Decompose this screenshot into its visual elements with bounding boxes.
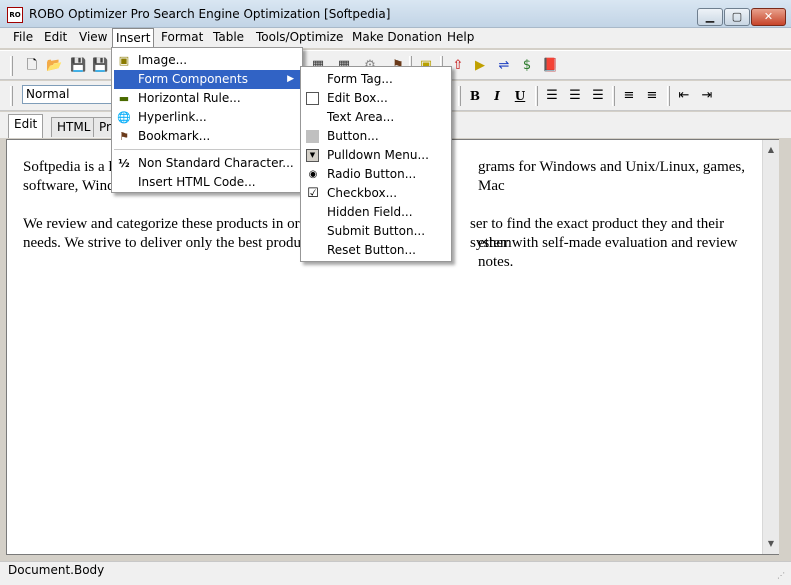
- resize-grip-icon[interactable]: ⋰: [777, 571, 789, 583]
- toolbar-separator: [667, 86, 670, 106]
- editor-text: needs. We strive to deliver only the bes…: [23, 235, 302, 251]
- menu-item-image[interactable]: ▣ Image...: [114, 51, 300, 70]
- close-button[interactable]: ✕: [751, 8, 786, 26]
- submenu-arrow-icon: ▶: [287, 74, 294, 84]
- dollar-icon[interactable]: $: [519, 58, 535, 74]
- toolbar-grip[interactable]: [10, 86, 13, 106]
- menu-item-insert-html-code[interactable]: Insert HTML Code...: [114, 173, 300, 192]
- edit-box-icon: [306, 92, 319, 105]
- toolbar-separator: [535, 86, 538, 106]
- scroll-down-icon[interactable]: ▼: [763, 536, 779, 552]
- window-title: ROBO Optimizer Pro Search Engine Optimiz…: [29, 7, 391, 21]
- menu-item-form-components[interactable]: Form Components ▶: [114, 70, 300, 89]
- maximize-button[interactable]: ▢: [724, 8, 750, 26]
- underline-button[interactable]: U: [511, 87, 529, 105]
- indent-icon[interactable]: ⇥: [699, 88, 715, 104]
- editor-text: We review and categorize these products …: [23, 216, 300, 232]
- menu-make-donation[interactable]: Make Donation: [352, 28, 442, 48]
- minimize-button[interactable]: ▁: [697, 8, 723, 26]
- menu-item-non-standard-character[interactable]: ½ Non Standard Character...: [114, 154, 300, 173]
- outdent-icon[interactable]: ⇤: [676, 88, 692, 104]
- editor-text: software, Wind: [23, 178, 115, 194]
- menu-item-horizontal-rule[interactable]: ▬ Horizontal Rule...: [114, 89, 300, 108]
- menu-item-hidden-field[interactable]: Hidden Field...: [303, 203, 449, 222]
- bullet-list-icon[interactable]: ≡: [644, 88, 660, 104]
- scroll-up-icon[interactable]: ▲: [763, 142, 779, 158]
- align-center-icon[interactable]: ☰: [567, 88, 583, 104]
- image-icon: ▣: [118, 54, 130, 67]
- menu-item-edit-box[interactable]: Edit Box...: [303, 89, 449, 108]
- new-document-icon[interactable]: 🗋: [24, 58, 40, 74]
- tab-html[interactable]: HTML: [51, 117, 97, 137]
- align-right-icon[interactable]: ☰: [590, 88, 606, 104]
- bookmark-flag-icon: ⚑: [119, 130, 129, 143]
- compare-icon[interactable]: ⇌: [496, 58, 512, 74]
- publish-icon[interactable]: ▶: [472, 58, 488, 74]
- menu-item-form-tag[interactable]: Form Tag...: [303, 70, 449, 89]
- tab-edit[interactable]: Edit: [8, 114, 44, 138]
- menu-item-reset-button[interactable]: Reset Button...: [303, 241, 449, 260]
- status-bar: ⋰: [0, 561, 791, 585]
- menu-tools-optimize[interactable]: Tools/Optimize: [256, 28, 343, 48]
- toolbar-separator: [458, 86, 461, 106]
- menu-bar: File Edit View Insert Format Table Tools…: [0, 28, 791, 48]
- menu-insert[interactable]: Insert: [112, 28, 155, 48]
- toolbar-grip[interactable]: [10, 56, 13, 76]
- menu-item-checkbox[interactable]: ☑ Checkbox...: [303, 184, 449, 203]
- button-icon: [306, 130, 319, 143]
- help-book-icon[interactable]: 📕: [542, 58, 558, 74]
- save-icon[interactable]: 💾: [70, 58, 86, 74]
- checkbox-icon: ☑: [307, 186, 319, 201]
- upload-icon[interactable]: ⇧: [450, 58, 466, 74]
- radio-button-icon: ◉: [308, 169, 318, 180]
- app-icon: RO: [7, 7, 23, 23]
- globe-icon: 🌐: [117, 111, 131, 124]
- toolbar-separator: [612, 86, 615, 106]
- numbered-list-icon[interactable]: ≡: [621, 88, 637, 104]
- align-left-icon[interactable]: ☰: [544, 88, 560, 104]
- bold-button[interactable]: B: [466, 87, 484, 105]
- menu-item-hyperlink[interactable]: 🌐 Hyperlink...: [114, 108, 300, 127]
- one-half-icon: ½: [118, 157, 130, 170]
- menu-item-bookmark[interactable]: ⚑ Bookmark...: [114, 127, 300, 146]
- menu-item-submit-button[interactable]: Submit Button...: [303, 222, 449, 241]
- menu-file[interactable]: File: [13, 28, 33, 48]
- title-bar: RO ROBO Optimizer Pro Search Engine Opti…: [0, 0, 791, 28]
- editor-text: ether with self-made evaluation and revi…: [478, 235, 738, 270]
- insert-menu: ▣ Image... Form Components ▶ ▬ Horizonta…: [111, 47, 303, 193]
- editor-text: Softpedia is a l: [23, 159, 113, 175]
- menu-item-text-area[interactable]: Text Area...: [303, 108, 449, 127]
- save-all-icon[interactable]: 💾: [92, 58, 108, 74]
- menu-table[interactable]: Table: [213, 28, 244, 48]
- horizontal-rule-icon: ▬: [118, 92, 130, 105]
- menu-edit[interactable]: Edit: [44, 28, 67, 48]
- paragraph-style-select[interactable]: Normal: [22, 85, 118, 104]
- menu-item-pulldown-menu[interactable]: ▼ Pulldown Menu...: [303, 146, 449, 165]
- pulldown-icon: ▼: [306, 149, 319, 162]
- menu-view[interactable]: View: [79, 28, 107, 48]
- menu-format[interactable]: Format: [161, 28, 203, 48]
- italic-button[interactable]: I: [488, 87, 506, 105]
- menu-item-radio-button[interactable]: ◉ Radio Button...: [303, 165, 449, 184]
- menu-item-button[interactable]: Button...: [303, 127, 449, 146]
- form-components-submenu: Form Tag... Edit Box... Text Area... But…: [300, 66, 452, 262]
- vertical-scrollbar[interactable]: ▲ ▼: [762, 140, 779, 554]
- status-text: Document.Body: [8, 563, 105, 577]
- tab-preview[interactable]: Pre: [93, 117, 113, 137]
- open-folder-icon[interactable]: 📂: [46, 58, 62, 74]
- menu-help[interactable]: Help: [447, 28, 474, 48]
- menu-separator: [114, 149, 300, 150]
